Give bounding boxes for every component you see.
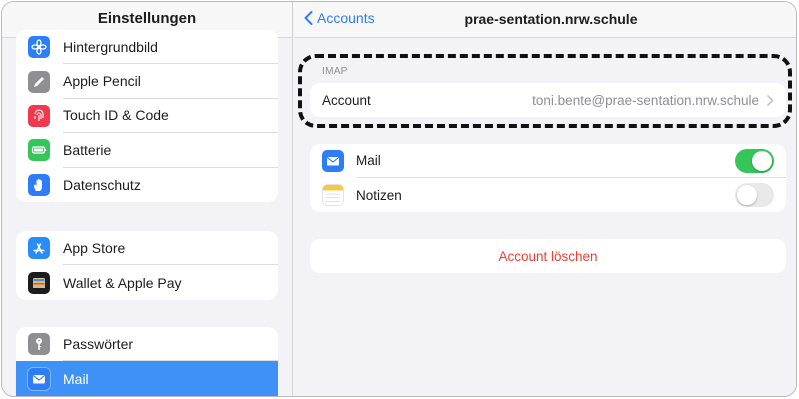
- chevron-left-icon: [304, 11, 313, 25]
- detail-header: prae-sentation.nrw.schule Accounts: [294, 2, 796, 38]
- sidebar-group-accounts: Passwörter Mail: [16, 327, 278, 396]
- sidebar-item-touch-id[interactable]: Touch ID & Code: [16, 99, 278, 134]
- sidebar-item-privacy[interactable]: Datenschutz: [16, 168, 278, 202]
- detail-pane: prae-sentation.nrw.schule Accounts IMAP …: [294, 2, 796, 396]
- sidebar-item-mail[interactable]: Mail: [16, 361, 278, 396]
- sidebar-group-store: App Store Wallet & Apple Pay: [16, 231, 278, 300]
- wallpaper-icon: [28, 36, 50, 59]
- sidebar-item-label: Mail: [63, 370, 89, 387]
- toggle-row-mail: Mail: [310, 144, 786, 178]
- mail-toggle[interactable]: [735, 148, 774, 173]
- sidebar-item-apple-pencil[interactable]: Apple Pencil: [16, 64, 278, 99]
- services-card: Mail Notizen: [310, 144, 786, 212]
- mail-icon: [28, 367, 50, 390]
- wallet-icon: [28, 271, 50, 294]
- sidebar-item-app-store[interactable]: App Store: [16, 231, 278, 266]
- sidebar-item-label: App Store: [63, 231, 278, 266]
- notes-toggle[interactable]: [735, 183, 774, 207]
- sidebar-item-label: Touch ID & Code: [63, 99, 278, 134]
- sidebar-item-label: Apple Pencil: [63, 64, 278, 99]
- sidebar-item-passwords[interactable]: Passwörter: [16, 327, 278, 362]
- mail-icon: [322, 150, 344, 172]
- sidebar-item-battery[interactable]: Batterie: [16, 133, 278, 168]
- delete-account-button[interactable]: Account löschen: [310, 239, 786, 273]
- sidebar: Einstellungen Hintergrundbild Apple Penc…: [2, 2, 293, 396]
- settings-window: Einstellungen Hintergrundbild Apple Penc…: [1, 1, 797, 397]
- sidebar-item-label: Hintergrundbild: [63, 30, 278, 65]
- sidebar-item-wallet[interactable]: Wallet & Apple Pay: [16, 265, 278, 299]
- sidebar-item-label: Datenschutz: [63, 176, 141, 193]
- app-store-icon: [28, 237, 50, 260]
- toggle-label: Notizen: [356, 178, 786, 212]
- toggle-row-notes: Notizen: [310, 178, 786, 212]
- battery-icon: [28, 139, 50, 162]
- sidebar-item-label: Batterie: [63, 133, 278, 168]
- pencil-icon: [28, 70, 50, 93]
- sidebar-group-display: Hintergrundbild Apple Pencil Touch ID & …: [16, 30, 278, 202]
- toggle-label: Mail: [356, 144, 786, 178]
- fingerprint-icon: [28, 104, 50, 127]
- delete-card: Account löschen: [310, 239, 786, 273]
- sidebar-item-label: Wallet & Apple Pay: [63, 274, 182, 291]
- key-icon: [28, 333, 50, 356]
- sidebar-item-label: Passwörter: [63, 327, 278, 362]
- back-button-label: Accounts: [317, 10, 375, 26]
- highlight-annotation: [298, 54, 792, 128]
- back-button[interactable]: Accounts: [304, 10, 375, 26]
- sidebar-item-wallpaper[interactable]: Hintergrundbild: [16, 30, 278, 65]
- notes-icon: [322, 184, 344, 206]
- hand-icon: [28, 173, 50, 196]
